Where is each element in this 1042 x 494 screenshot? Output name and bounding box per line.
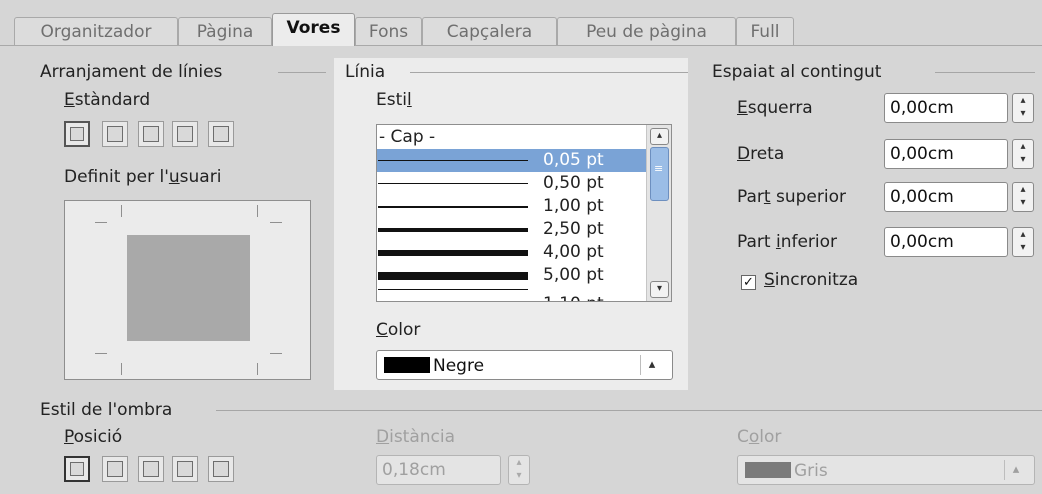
line-sample	[378, 183, 528, 184]
list-item[interactable]: 1,10 pt	[377, 287, 647, 301]
sync-label[interactable]: Sincronitza	[764, 270, 858, 290]
tab-full[interactable]: Full	[736, 17, 794, 45]
left-spacing-input[interactable]: 0,00cm	[884, 93, 1008, 123]
list-item-label: 0,05 pt	[543, 150, 604, 170]
line-color-select[interactable]: Negre ▴	[376, 350, 673, 380]
list-item-label: 1,00 pt	[543, 196, 604, 216]
list-scrollbar[interactable]: ▴ ≡ ▾	[646, 125, 671, 301]
preset-box[interactable]	[102, 121, 128, 147]
list-item-label: 0,50 pt	[543, 173, 604, 193]
left-spinner-icon[interactable]: ▴ ▾	[1012, 93, 1034, 123]
updown-icon: ▴	[1004, 460, 1027, 480]
right-spacing-input[interactable]: 0,00cm	[884, 139, 1008, 169]
list-item-label: 4,00 pt	[543, 242, 604, 262]
tab-bar: Organitzador Pàgina Vores Fons Capçalera…	[0, 0, 1042, 50]
right-spinner-icon[interactable]: ▴ ▾	[1012, 139, 1034, 169]
bottom-spacing-input[interactable]: 0,00cm	[884, 227, 1008, 257]
line-style-list[interactable]: - Cap - 0,05 pt 0,50 pt 1,00 pt 2,50 pt …	[376, 124, 672, 302]
list-item-label: 1,10 pt	[543, 293, 604, 301]
tab-divider	[0, 45, 1042, 46]
line-divider	[410, 72, 688, 73]
shadow-title: Estil de l'ombra	[40, 400, 173, 420]
tab-pagina[interactable]: Pàgina	[178, 17, 272, 45]
arrangement-title: Arranjament de línies	[40, 62, 223, 82]
bottom-label: Part inferior	[737, 232, 838, 252]
corner-tick	[257, 363, 258, 375]
shadow-top-left[interactable]	[208, 456, 234, 482]
list-item[interactable]: 5,00 pt	[377, 264, 647, 287]
list-item[interactable]: 0,05 pt	[377, 149, 647, 172]
preset-box-inner[interactable]	[138, 121, 164, 147]
line-sample	[378, 160, 528, 161]
corner-tick	[270, 353, 282, 354]
spacing-divider	[935, 72, 1035, 73]
line-sample	[378, 250, 528, 256]
shadow-bottom-right[interactable]	[102, 456, 128, 482]
tab-vores[interactable]: Vores	[272, 13, 355, 46]
spacing-title: Espaiat al contingut	[712, 62, 882, 82]
line-sample	[378, 272, 528, 280]
list-item-label: 2,50 pt	[543, 219, 604, 239]
list-item-label: 5,00 pt	[543, 265, 604, 285]
distance-spinner-icon[interactable]: ▴ ▾	[508, 455, 530, 485]
shadow-color-select[interactable]: Gris ▴	[737, 455, 1035, 485]
corner-tick	[121, 205, 122, 217]
corner-tick	[257, 205, 258, 217]
color-swatch	[384, 357, 430, 373]
list-item[interactable]: 2,50 pt	[377, 218, 647, 241]
left-label: Esquerra	[737, 98, 813, 118]
position-label: Posició	[64, 427, 123, 447]
preset-left-right[interactable]	[172, 121, 198, 147]
preset-none[interactable]	[64, 121, 90, 147]
line-color-label: Color	[376, 320, 421, 340]
corner-tick	[270, 222, 282, 223]
sync-checkbox[interactable]: ✓	[741, 275, 756, 290]
style-label: Estil	[376, 90, 412, 110]
scroll-down-icon[interactable]: ▾	[650, 281, 669, 298]
list-item[interactable]: 4,00 pt	[377, 241, 647, 264]
arrangement-divider	[278, 72, 326, 73]
updown-icon: ▴	[640, 355, 663, 375]
corner-tick	[95, 353, 107, 354]
corner-tick	[95, 222, 107, 223]
user-defined-preview[interactable]	[64, 200, 311, 380]
standard-label: Estàndard	[64, 90, 151, 110]
top-spinner-icon[interactable]: ▴ ▾	[1012, 182, 1034, 212]
line-sample	[378, 228, 528, 232]
bottom-spinner-icon[interactable]: ▴ ▾	[1012, 227, 1034, 257]
scroll-thumb[interactable]: ≡	[650, 147, 669, 201]
line-title: Línia	[345, 62, 386, 82]
line-sample	[378, 206, 528, 208]
scroll-up-icon[interactable]: ▴	[650, 128, 669, 145]
line-color-value: Negre	[433, 356, 485, 376]
list-item[interactable]: 0,50 pt	[377, 172, 647, 195]
list-item-label: - Cap -	[379, 127, 436, 147]
color-swatch	[745, 462, 791, 478]
tab-organitzador[interactable]: Organitzador	[14, 17, 178, 45]
list-item[interactable]: - Cap -	[377, 126, 647, 149]
top-spacing-input[interactable]: 0,00cm	[884, 182, 1008, 212]
shadow-top-right[interactable]	[138, 456, 164, 482]
top-label: Part superior	[737, 187, 846, 207]
corner-tick	[121, 363, 122, 375]
user-defined-label: Definit per l'usuari	[64, 167, 222, 187]
preview-content-area	[127, 235, 250, 341]
shadow-bottom-left[interactable]	[172, 456, 198, 482]
line-sample	[378, 289, 528, 290]
tab-fons[interactable]: Fons	[355, 17, 422, 45]
tab-capcalera[interactable]: Capçalera	[422, 17, 557, 45]
tab-peu-de-pagina[interactable]: Peu de pàgina	[557, 17, 736, 45]
preset-top-bottom[interactable]	[208, 121, 234, 147]
list-item[interactable]: 1,00 pt	[377, 195, 647, 218]
shadow-color-label: Color	[737, 427, 782, 447]
distance-input[interactable]: 0,18cm	[376, 455, 501, 485]
grip-icon: ≡	[654, 162, 664, 175]
right-label: Dreta	[737, 144, 785, 164]
shadow-divider	[216, 410, 1042, 411]
shadow-none[interactable]	[64, 456, 90, 482]
distance-label: Distància	[376, 427, 456, 447]
shadow-color-value: Gris	[794, 461, 828, 481]
